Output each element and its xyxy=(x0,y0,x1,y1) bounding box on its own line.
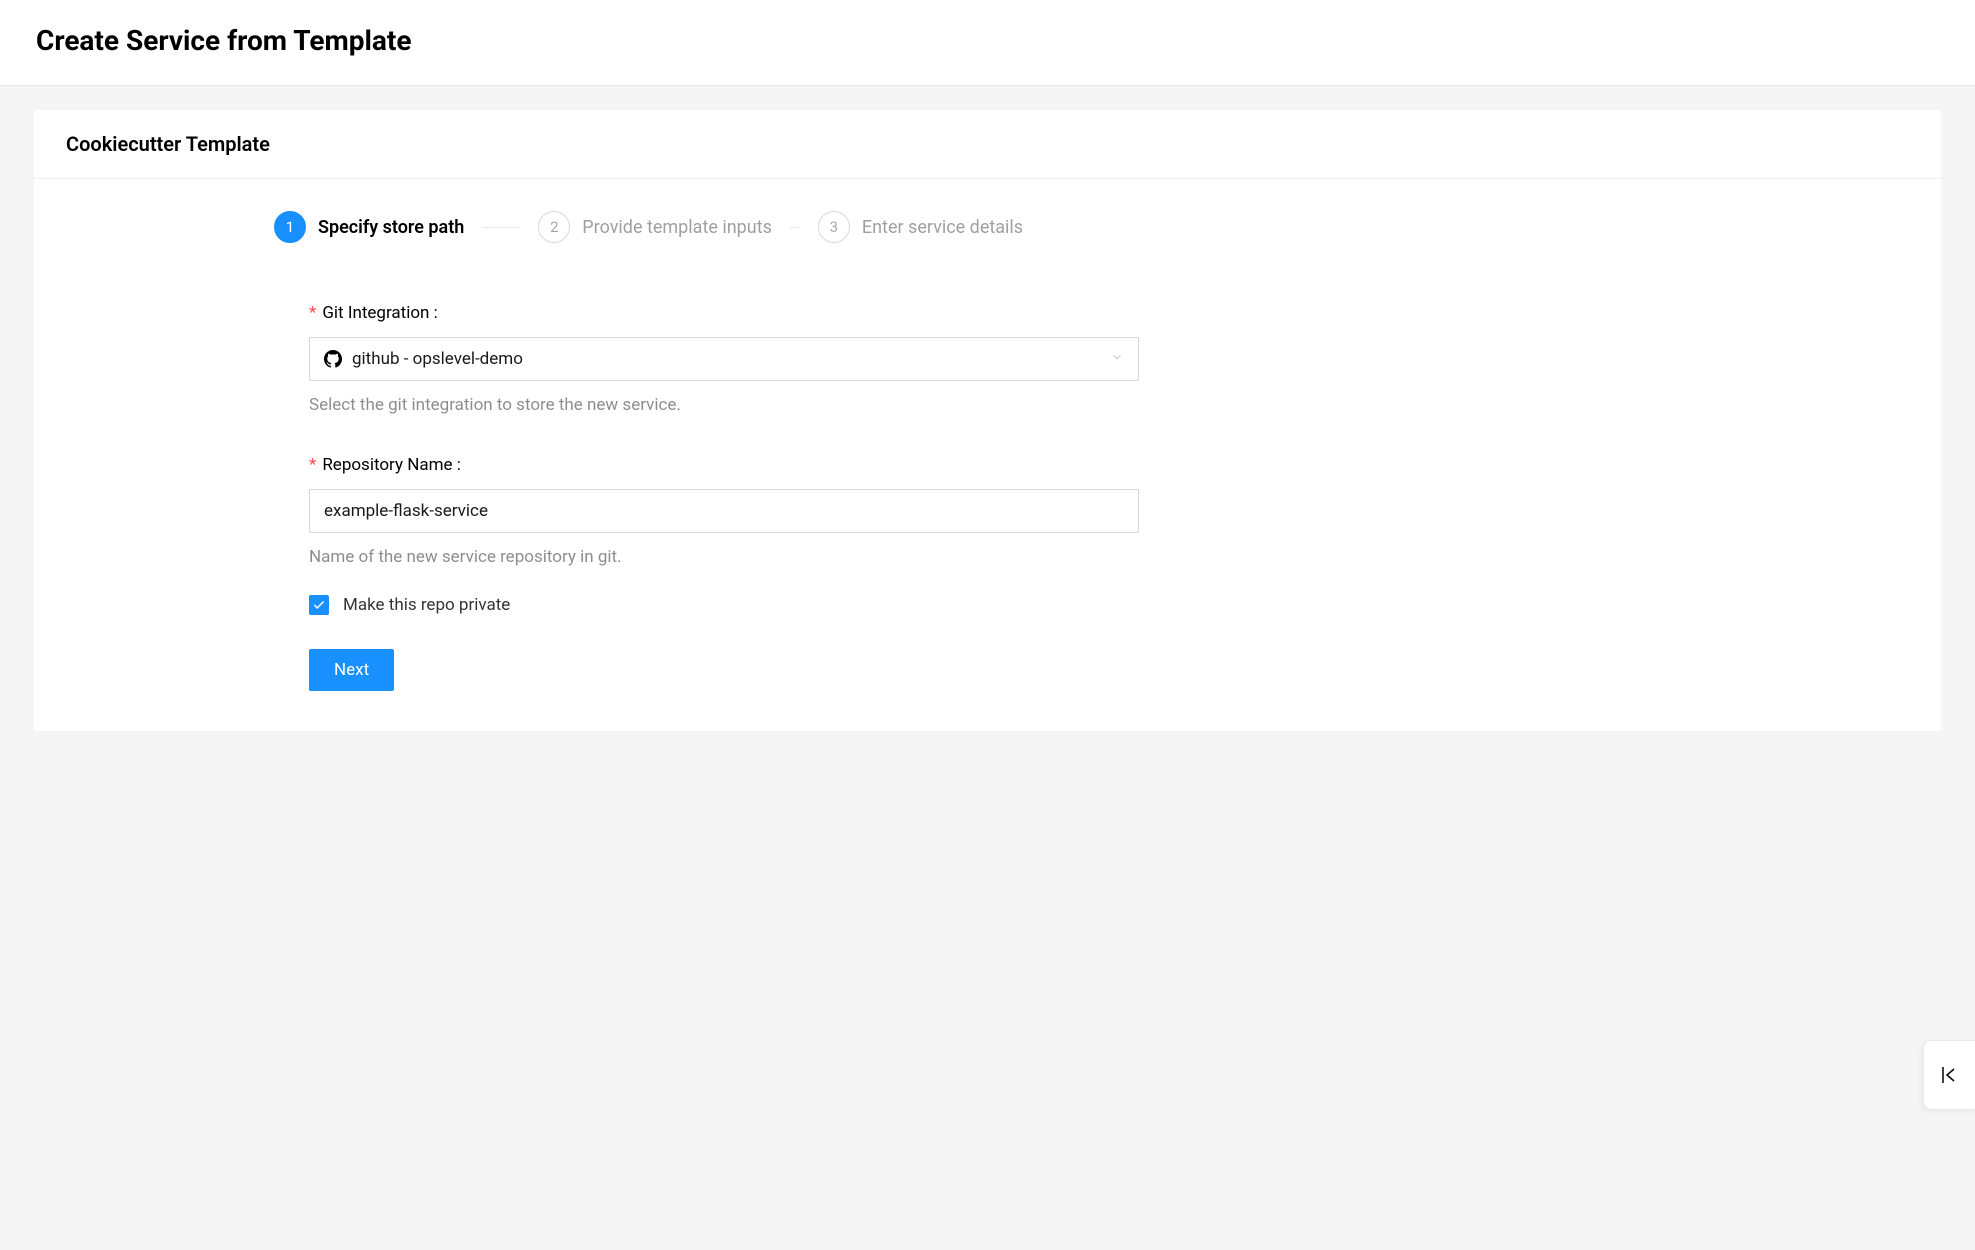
step-3-circle: 3 xyxy=(818,211,850,243)
form-item-repo-name: * Repository Name : Name of the new servi… xyxy=(309,455,1139,567)
step-1-label: Specify store path xyxy=(318,217,464,238)
form-area: * Git Integration : github - opslevel-dem… xyxy=(309,303,1139,691)
step-1-circle: 1 xyxy=(274,211,306,243)
step-1[interactable]: 1 Specify store path xyxy=(274,211,464,243)
collapse-left-icon xyxy=(1938,1063,1962,1087)
git-integration-select[interactable]: github - opslevel-demo xyxy=(309,337,1139,381)
repo-name-input[interactable] xyxy=(309,489,1139,533)
page-title: Create Service from Template xyxy=(36,24,1939,57)
git-integration-label: * Git Integration : xyxy=(309,303,1139,323)
content-wrap: Cookiecutter Template 1 Specify store pa… xyxy=(0,86,1975,755)
required-mark: * xyxy=(309,303,316,323)
chevron-down-icon xyxy=(1110,350,1124,368)
required-mark: * xyxy=(309,455,316,475)
git-integration-label-text: Git Integration : xyxy=(322,303,437,323)
private-checkbox-label[interactable]: Make this repo private xyxy=(343,595,510,615)
form-item-git-integration: * Git Integration : github - opslevel-dem… xyxy=(309,303,1139,415)
step-2-circle: 2 xyxy=(538,211,570,243)
page-header: Create Service from Template xyxy=(0,0,1975,86)
card-body: 1 Specify store path 2 Provide template … xyxy=(34,179,1941,731)
git-integration-help: Select the git integration to store the … xyxy=(309,395,1139,415)
step-3[interactable]: 3 Enter service details xyxy=(818,211,1023,243)
git-integration-value-text: github - opslevel-demo xyxy=(352,349,523,369)
repo-name-label-text: Repository Name : xyxy=(322,455,461,475)
collapse-widget[interactable] xyxy=(1923,1040,1975,1110)
private-checkbox[interactable] xyxy=(309,595,329,615)
steps: 1 Specify store path 2 Provide template … xyxy=(34,211,1941,243)
card-title: Cookiecutter Template xyxy=(66,132,1909,156)
step-connector xyxy=(482,227,520,228)
step-3-label: Enter service details xyxy=(862,217,1023,238)
checkbox-row-private: Make this repo private xyxy=(309,595,1139,615)
repo-name-label: * Repository Name : xyxy=(309,455,1139,475)
check-icon xyxy=(312,598,326,612)
step-2-label: Provide template inputs xyxy=(582,217,772,238)
card: Cookiecutter Template 1 Specify store pa… xyxy=(34,110,1941,731)
card-header: Cookiecutter Template xyxy=(34,110,1941,179)
git-integration-value: github - opslevel-demo xyxy=(324,349,523,369)
step-2[interactable]: 2 Provide template inputs xyxy=(538,211,772,243)
repo-name-help: Name of the new service repository in gi… xyxy=(309,547,1139,567)
github-icon xyxy=(324,350,342,368)
next-button[interactable]: Next xyxy=(309,649,394,691)
step-dash xyxy=(790,227,800,228)
